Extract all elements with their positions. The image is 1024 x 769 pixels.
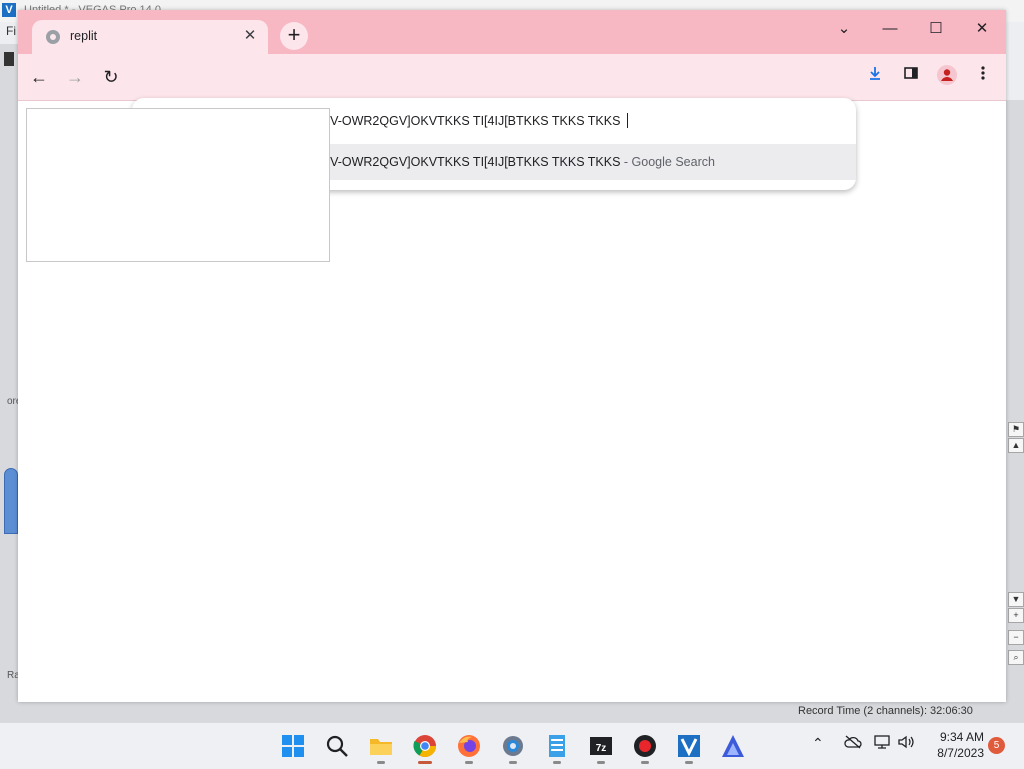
tab-close-icon[interactable]: ✕ — [240, 26, 260, 46]
vegas-track-tab[interactable] — [4, 468, 18, 534]
show-hidden-icons-icon[interactable]: ⌃ — [812, 735, 824, 752]
network-icon[interactable] — [874, 735, 892, 752]
suggestion-description: - Google Search — [620, 155, 715, 169]
vegas-flag-button[interactable]: ⚑ — [1008, 422, 1024, 437]
running-indicator — [641, 761, 649, 764]
scroll-up-button[interactable]: ▲ — [1008, 438, 1024, 453]
scroll-down-button[interactable]: ▼ — [1008, 592, 1024, 607]
running-indicator — [685, 761, 693, 764]
back-button[interactable]: ← — [26, 64, 52, 90]
vegas-left-panel: ore Ra — [0, 44, 21, 704]
forward-button[interactable]: → — [62, 64, 88, 90]
running-indicator — [418, 761, 432, 764]
clock-date: 8/7/2023 — [937, 746, 984, 760]
close-window-button[interactable]: ✕ — [962, 16, 1002, 44]
side-panel-icon[interactable] — [898, 64, 924, 90]
zoom-in-button[interactable]: + — [1008, 608, 1024, 623]
profile-avatar-icon[interactable] — [934, 64, 960, 90]
browser-toolbar: ← → ↻ G tkks tks ttkks tkks pacificFV-OW… — [18, 54, 1006, 190]
settings-gear-icon[interactable] — [500, 733, 526, 764]
running-indicator — [377, 761, 385, 764]
firefox-icon[interactable] — [456, 733, 482, 764]
windows-taskbar: 7z ⌃ 9:34 AM 8/7/2023 5 — [0, 722, 1024, 769]
file-explorer-icon[interactable] — [368, 733, 394, 764]
system-clock[interactable]: 9:34 AM 8/7/2023 — [922, 729, 984, 761]
clock-time: 9:34 AM — [939, 730, 984, 744]
chrome-icon[interactable] — [412, 733, 438, 764]
vegas-icon[interactable] — [676, 733, 702, 764]
new-tab-button[interactable]: + — [280, 22, 308, 50]
reload-button[interactable]: ↻ — [98, 64, 124, 90]
7zip-icon[interactable]: 7z — [588, 733, 614, 764]
running-indicator — [553, 761, 561, 764]
tab-replit[interactable]: replit ✕ — [32, 20, 268, 54]
tab-title: replit — [70, 29, 98, 43]
page-content-frame — [26, 108, 330, 262]
volume-icon[interactable] — [898, 735, 916, 752]
notepad-icon[interactable] — [544, 733, 570, 764]
record-time-label: Record Time (2 channels): 32:06:30 — [798, 705, 973, 717]
vegas-toolbar-icon[interactable] — [4, 52, 14, 66]
running-indicator — [509, 761, 517, 764]
globe-icon — [46, 30, 60, 44]
tab-search-dropdown-icon[interactable]: ⌄ — [824, 16, 864, 44]
record-icon[interactable] — [632, 733, 658, 764]
chrome-window: replit ✕ + ⌄ — ☐ ✕ ← → ↻ G — [18, 10, 1006, 702]
zoom-tool-button[interactable]: ⌕ — [1008, 650, 1024, 665]
onedrive-offline-icon[interactable] — [844, 735, 862, 752]
maximize-button[interactable]: ☐ — [916, 16, 956, 44]
running-indicator — [465, 761, 473, 764]
vegas-menu-file[interactable]: Fi — [6, 24, 16, 38]
running-indicator — [597, 761, 605, 764]
svg-text:7z: 7z — [596, 743, 607, 754]
download-icon[interactable] — [862, 64, 888, 90]
menu-kebab-icon[interactable] — [970, 64, 996, 90]
vegas-right-scroll: ⚑ ▲ ▼ + − ⌕ — [1006, 100, 1024, 704]
vegas-status-bar: Record Time (2 channels): 32:06:30 — [0, 702, 1024, 722]
tab-strip: replit ✕ + ⌄ — ☐ ✕ — [18, 10, 1006, 54]
app-icon[interactable] — [720, 733, 746, 759]
minimize-button[interactable]: — — [870, 16, 910, 44]
text-cursor — [627, 113, 628, 128]
zoom-out-button[interactable]: − — [1008, 630, 1024, 645]
windows-start-icon[interactable] — [280, 733, 306, 759]
search-icon[interactable] — [324, 733, 350, 759]
notification-badge[interactable]: 5 — [988, 737, 1005, 754]
vegas-logo-icon: V — [2, 3, 16, 17]
